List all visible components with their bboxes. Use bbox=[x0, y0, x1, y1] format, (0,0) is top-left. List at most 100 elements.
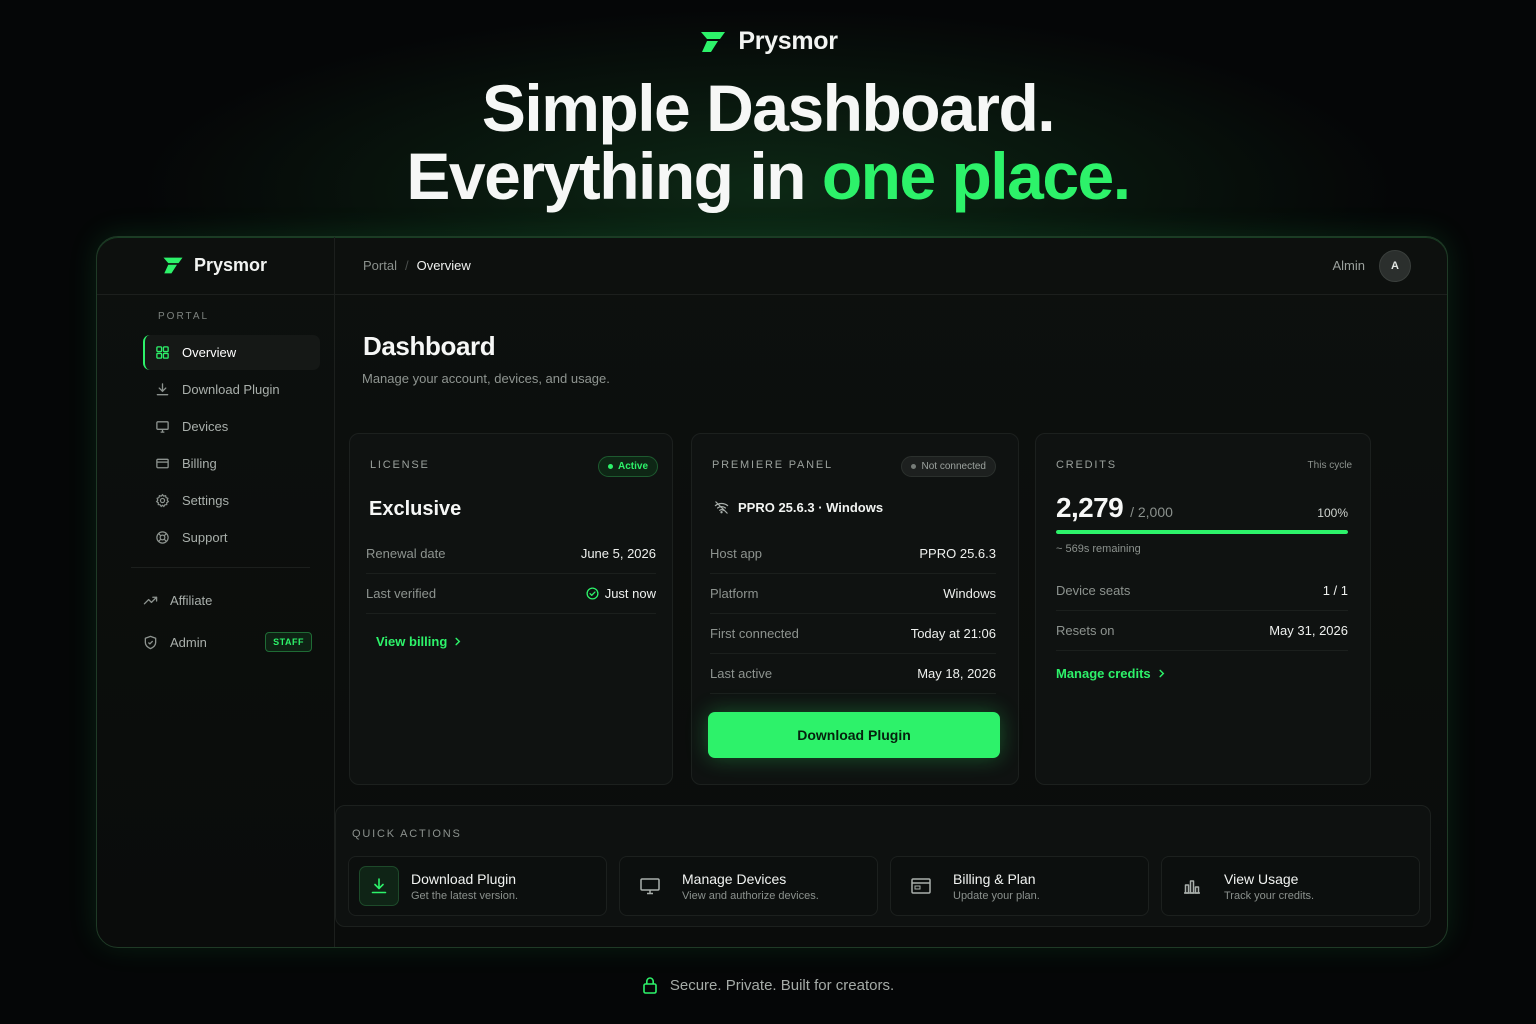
manage-credits-label: Manage credits bbox=[1056, 666, 1151, 681]
quick-action-desc: View and authorize devices. bbox=[682, 889, 819, 902]
license-plan-name: Exclusive bbox=[369, 498, 462, 520]
sidebar-item-label: Download Plugin bbox=[182, 382, 280, 397]
sidebar-divider bbox=[131, 567, 310, 568]
download-icon bbox=[359, 866, 399, 906]
row-value: PPRO 25.6.3 bbox=[919, 546, 996, 561]
hero-line-2: Everything in one place. bbox=[0, 142, 1536, 210]
sidebar-brand-name: Prysmor bbox=[194, 255, 268, 275]
quick-action-download-plugin[interactable]: Download Plugin Get the latest version. bbox=[348, 856, 607, 916]
manage-credits-link[interactable]: Manage credits bbox=[1056, 666, 1166, 681]
premiere-panel-card: PREMIERE PANEL Not connected PPRO 25.6.3… bbox=[691, 433, 1019, 785]
panel-card-label: PREMIERE PANEL bbox=[712, 459, 833, 471]
credits-progress-fill bbox=[1056, 530, 1348, 534]
sidebar-item-label: Support bbox=[182, 530, 228, 545]
quick-action-view-usage[interactable]: View Usage Track your credits. bbox=[1161, 856, 1420, 916]
sidebar-item-label: Affiliate bbox=[170, 592, 213, 608]
prysmor-logo-icon bbox=[161, 256, 185, 275]
quick-action-title: Manage Devices bbox=[682, 870, 787, 887]
chevron-right-icon bbox=[1157, 666, 1166, 681]
chevron-right-icon bbox=[453, 634, 462, 649]
footer: Secure. Private. Built for creators. bbox=[0, 976, 1536, 994]
trending-icon bbox=[143, 593, 158, 608]
quick-actions-label: QUICK ACTIONS bbox=[352, 828, 462, 840]
quick-action-text: Download Plugin Get the latest version. bbox=[411, 871, 518, 902]
hero-heading: Simple Dashboard. Everything in one plac… bbox=[0, 74, 1536, 210]
row-value: 1 / 1 bbox=[1322, 583, 1348, 598]
credits-count: 2,279 / 2,000 bbox=[1056, 492, 1173, 524]
sidebar-item-download-plugin[interactable]: Download Plugin bbox=[143, 372, 320, 407]
quick-action-text: Manage Devices View and authorize devices… bbox=[682, 871, 819, 902]
quick-action-text: View Usage Track your credits. bbox=[1224, 871, 1314, 902]
credits-total: / 2,000 bbox=[1130, 504, 1173, 520]
quick-actions: QUICK ACTIONS Download Plugin Get the lat… bbox=[335, 805, 1431, 927]
sidebar-item-label: Overview bbox=[182, 345, 237, 360]
gear-icon bbox=[155, 493, 170, 508]
quick-action-title: Download Plugin bbox=[411, 870, 517, 887]
sidebar-item-admin[interactable]: Admin STAFF bbox=[131, 622, 320, 662]
quick-action-manage-devices[interactable]: Manage Devices View and authorize devices… bbox=[619, 856, 878, 916]
status-badge: Active bbox=[597, 456, 658, 477]
status-badge-text: Active bbox=[617, 461, 648, 472]
user-menu[interactable]: Almin A bbox=[1332, 249, 1411, 282]
footer-text: Secure. Private. Built for creators. bbox=[669, 976, 895, 994]
license-card: LICENSE Active Exclusive Renewal date Ju… bbox=[349, 433, 673, 785]
row-value: May 31, 2026 bbox=[1269, 623, 1348, 638]
row-key: Renewal date bbox=[366, 546, 446, 561]
quick-action-text: Billing & Plan Update your plan. bbox=[953, 871, 1040, 902]
row-key: Resets on bbox=[1056, 623, 1115, 638]
row-value: Windows bbox=[943, 586, 996, 601]
row-value: Today at 21:06 bbox=[910, 626, 996, 641]
row-key: Host app bbox=[710, 546, 763, 561]
view-billing-link[interactable]: View billing bbox=[376, 634, 462, 649]
row-value: June 5, 2026 bbox=[580, 546, 656, 561]
license-row-renewal: Renewal date June 5, 2026 bbox=[366, 534, 656, 574]
sidebar-brand[interactable]: Prysmor bbox=[97, 237, 334, 295]
sidebar-item-billing[interactable]: Billing bbox=[143, 446, 320, 481]
lock-icon bbox=[642, 976, 658, 994]
app-window: Prysmor PORTAL Overview Download Plugin … bbox=[96, 236, 1448, 948]
credits-card: CREDITS This cycle 2,279 / 2,000 100% ~ … bbox=[1035, 433, 1371, 785]
credits-progress-bar bbox=[1056, 530, 1348, 534]
view-billing-label: View billing bbox=[376, 634, 448, 649]
download-plugin-button[interactable]: Download Plugin bbox=[708, 712, 1000, 758]
sidebar-item-label: Devices bbox=[182, 419, 229, 434]
check-circle-icon bbox=[586, 587, 599, 600]
connection-status-text: Not connected bbox=[921, 461, 987, 472]
row-value: Just now bbox=[604, 586, 656, 601]
breadcrumb-separator: / bbox=[404, 257, 409, 273]
quick-actions-list: Download Plugin Get the latest version. M… bbox=[348, 856, 1420, 916]
quick-action-billing-plan[interactable]: Billing & Plan Update your plan. bbox=[890, 856, 1149, 916]
bar-chart-icon bbox=[1172, 866, 1212, 906]
quick-action-title: Billing & Plan bbox=[953, 870, 1036, 887]
breadcrumb: Portal / Overview bbox=[363, 257, 471, 275]
quick-action-desc: Track your credits. bbox=[1224, 889, 1315, 902]
avatar[interactable]: A bbox=[1379, 249, 1411, 282]
credits-remaining: ~ 569s remaining bbox=[1056, 543, 1141, 555]
card-icon bbox=[901, 866, 941, 906]
sidebar-item-label: Billing bbox=[182, 456, 217, 471]
device-summary: PPRO 25.6.3 · Windows bbox=[714, 500, 883, 515]
device-summary-text: PPRO 25.6.3 · Windows bbox=[738, 500, 884, 515]
sidebar-item-label: Settings bbox=[182, 493, 229, 508]
panel-row-host-app: Host app PPRO 25.6.3 bbox=[710, 534, 996, 574]
breadcrumb-portal[interactable]: Portal bbox=[363, 258, 397, 273]
panel-row-platform: Platform Windows bbox=[710, 574, 996, 614]
sidebar-item-label: Admin bbox=[170, 634, 207, 650]
sidebar-nav: Overview Download Plugin Devices Billing… bbox=[97, 335, 334, 555]
sidebar-item-devices[interactable]: Devices bbox=[143, 409, 320, 444]
credits-percent: 100% bbox=[1317, 506, 1348, 520]
breadcrumb-current: Overview bbox=[416, 257, 471, 273]
quick-action-desc: Update your plan. bbox=[953, 889, 1040, 902]
sidebar-item-settings[interactable]: Settings bbox=[143, 483, 320, 518]
sidebar-item-overview[interactable]: Overview bbox=[143, 335, 320, 370]
download-icon bbox=[155, 382, 170, 397]
card-icon bbox=[155, 456, 170, 471]
sidebar-item-support[interactable]: Support bbox=[143, 520, 320, 555]
lifebuoy-icon bbox=[155, 530, 170, 545]
brand-name: Prysmor bbox=[738, 27, 838, 55]
quick-action-title: View Usage bbox=[1224, 870, 1299, 887]
credits-row-resets-on: Resets on May 31, 2026 bbox=[1056, 611, 1348, 651]
row-key: Device seats bbox=[1056, 583, 1131, 598]
sidebar-item-affiliate[interactable]: Affiliate bbox=[131, 580, 320, 620]
license-row-verified: Last verified Just now bbox=[366, 574, 656, 614]
